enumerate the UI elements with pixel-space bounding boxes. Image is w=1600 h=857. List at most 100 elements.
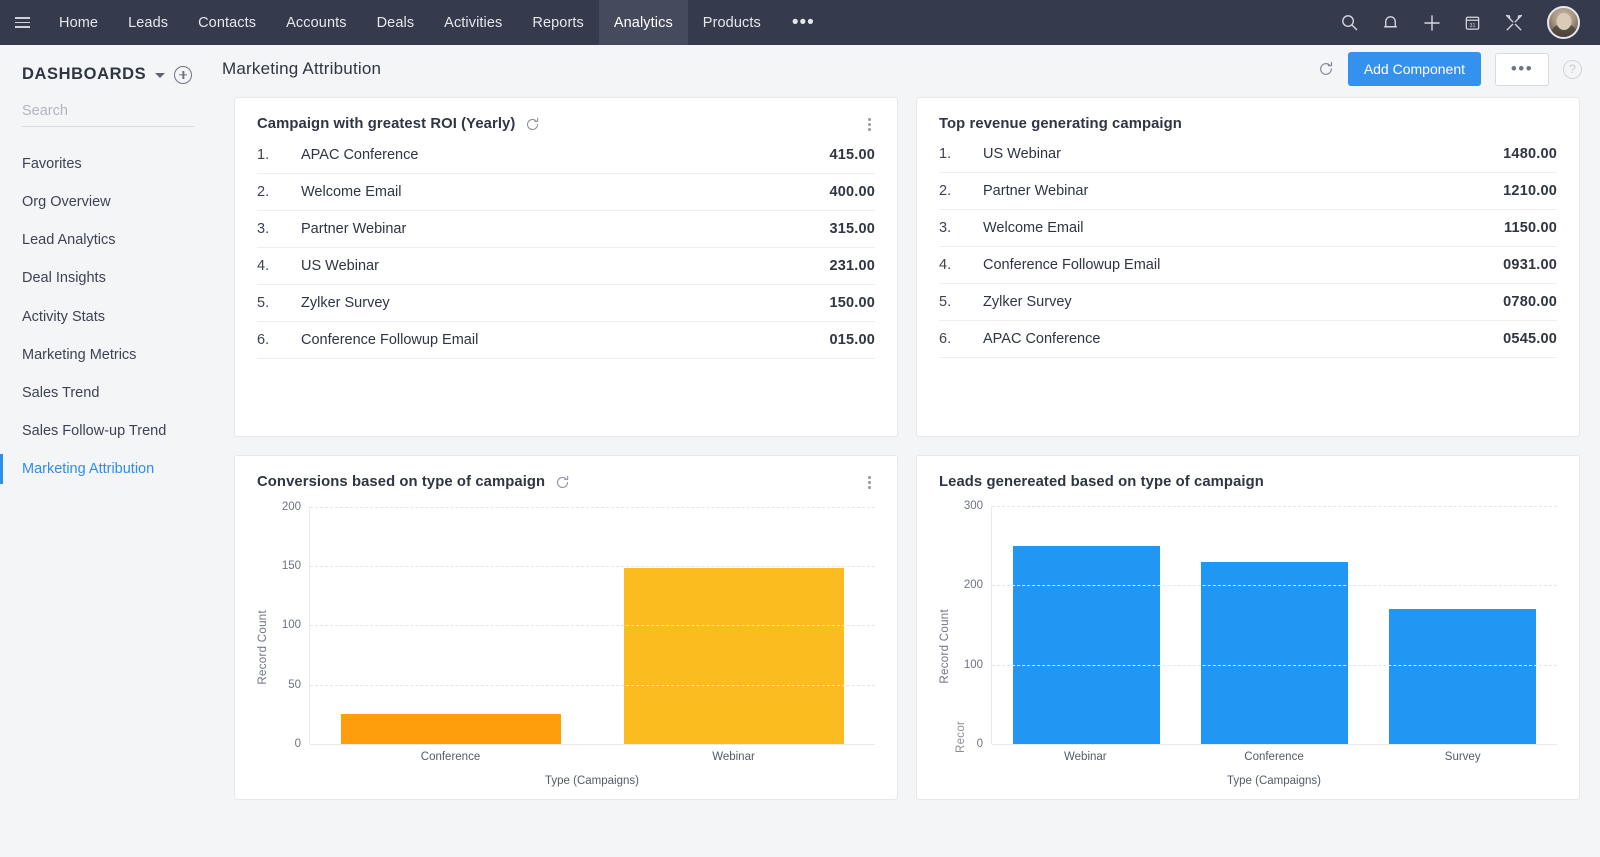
rank-row[interactable]: 5.Zylker Survey150.00 bbox=[257, 285, 875, 322]
bar-conference[interactable] bbox=[1201, 562, 1348, 744]
card-campaign-roi: Campaign with greatest ROI (Yearly) 1.AP… bbox=[234, 97, 898, 437]
notification-bell-icon[interactable] bbox=[1379, 11, 1402, 34]
refresh-icon[interactable] bbox=[525, 117, 540, 132]
plot-area bbox=[991, 506, 1557, 744]
more-vertical-icon[interactable] bbox=[864, 474, 875, 491]
sidebar-item-sales-follow-up-trend[interactable]: Sales Follow-up Trend bbox=[0, 412, 216, 450]
rank-label: Partner Webinar bbox=[983, 183, 1503, 199]
rank-row[interactable]: 6.Conference Followup Email015.00 bbox=[257, 322, 875, 359]
bar-column[interactable] bbox=[1369, 506, 1557, 744]
chevron-down-icon[interactable] bbox=[155, 73, 165, 78]
rank-row[interactable]: 3.Partner Webinar315.00 bbox=[257, 211, 875, 248]
add-component-button[interactable]: Add Component bbox=[1348, 52, 1481, 86]
nav-item-home[interactable]: Home bbox=[44, 0, 113, 45]
add-circle-icon[interactable] bbox=[174, 66, 192, 84]
dashboard-more-button[interactable]: ••• bbox=[1495, 53, 1549, 86]
rank-number: 1. bbox=[257, 147, 301, 163]
x-axis-labels: ConferenceWebinar bbox=[309, 751, 875, 763]
x-tick-label: Conference bbox=[1180, 751, 1369, 763]
bar-column[interactable] bbox=[1180, 506, 1368, 744]
search-icon[interactable] bbox=[1338, 11, 1361, 34]
gridline bbox=[992, 506, 1557, 507]
search-input[interactable] bbox=[22, 103, 194, 119]
x-tick-label: Survey bbox=[1368, 751, 1557, 763]
y-tick-label: 0 bbox=[295, 738, 301, 750]
rank-row[interactable]: 2.Welcome Email400.00 bbox=[257, 174, 875, 211]
top-nav-overflow-icon[interactable]: ••• bbox=[776, 0, 831, 45]
add-icon[interactable] bbox=[1420, 11, 1443, 34]
nav-item-products[interactable]: Products bbox=[688, 0, 776, 45]
rank-label: Zylker Survey bbox=[983, 294, 1503, 310]
sidebar-item-sales-trend[interactable]: Sales Trend bbox=[0, 374, 216, 412]
rank-row[interactable]: 1.US Webinar1480.00 bbox=[939, 142, 1557, 173]
refresh-icon[interactable] bbox=[1318, 61, 1334, 77]
rank-number: 6. bbox=[257, 332, 301, 348]
rank-row[interactable]: 4.Conference Followup Email0931.00 bbox=[939, 247, 1557, 284]
nav-item-analytics[interactable]: Analytics bbox=[599, 0, 688, 45]
bar-webinar[interactable] bbox=[624, 568, 844, 744]
y-tick-label: 50 bbox=[288, 679, 301, 691]
rank-number: 5. bbox=[939, 294, 983, 310]
rank-value: 0931.00 bbox=[1503, 257, 1557, 273]
revenue-rank-list: 1.US Webinar1480.002.Partner Webinar1210… bbox=[939, 142, 1557, 358]
y-tick-label: 0 bbox=[977, 738, 983, 750]
x-tick-label: Webinar bbox=[991, 751, 1180, 763]
rank-row[interactable]: 5.Zylker Survey0780.00 bbox=[939, 284, 1557, 321]
rank-row[interactable]: 3.Welcome Email1150.00 bbox=[939, 210, 1557, 247]
bar-column[interactable] bbox=[992, 506, 1180, 744]
help-icon[interactable]: ? bbox=[1563, 60, 1582, 79]
nav-item-reports[interactable]: Reports bbox=[517, 0, 598, 45]
nav-item-leads[interactable]: Leads bbox=[113, 0, 183, 45]
rank-row[interactable]: 1.APAC Conference415.00 bbox=[257, 143, 875, 174]
calendar-icon[interactable]: 31 bbox=[1461, 11, 1484, 34]
nav-item-activities[interactable]: Activities bbox=[429, 0, 517, 45]
rank-value: 015.00 bbox=[829, 332, 875, 348]
gridline bbox=[992, 665, 1557, 666]
rank-number: 5. bbox=[257, 295, 301, 311]
bar-conference[interactable] bbox=[341, 714, 561, 744]
nav-item-accounts[interactable]: Accounts bbox=[271, 0, 361, 45]
plot-area bbox=[309, 507, 875, 744]
card-header: Campaign with greatest ROI (Yearly) bbox=[257, 116, 875, 133]
rank-value: 150.00 bbox=[829, 295, 875, 311]
chart-leads: Record Count Recor 0100200300 WebinarCon… bbox=[939, 500, 1557, 787]
sidebar-item-org-overview[interactable]: Org Overview bbox=[0, 183, 216, 221]
bar-webinar[interactable] bbox=[1013, 546, 1160, 744]
dashboards-title: DASHBOARDS bbox=[22, 65, 146, 84]
sidebar-item-favorites[interactable]: Favorites bbox=[0, 145, 216, 183]
tools-icon[interactable] bbox=[1502, 11, 1525, 34]
gridline bbox=[310, 685, 875, 686]
sidebar-item-marketing-attribution[interactable]: Marketing Attribution bbox=[0, 450, 216, 488]
refresh-icon[interactable] bbox=[555, 475, 570, 490]
user-avatar[interactable] bbox=[1547, 6, 1580, 39]
x-axis-labels: WebinarConferenceSurvey bbox=[991, 751, 1557, 763]
sidebar-item-lead-analytics[interactable]: Lead Analytics bbox=[0, 221, 216, 259]
rank-row[interactable]: 2.Partner Webinar1210.00 bbox=[939, 173, 1557, 210]
rank-row[interactable]: 4.US Webinar231.00 bbox=[257, 248, 875, 285]
nav-item-contacts[interactable]: Contacts bbox=[183, 0, 271, 45]
sidebar-item-deal-insights[interactable]: Deal Insights bbox=[0, 259, 216, 297]
card-title: Campaign with greatest ROI (Yearly) bbox=[257, 116, 515, 132]
rank-value: 1210.00 bbox=[1503, 183, 1557, 199]
bar-survey[interactable] bbox=[1389, 609, 1536, 744]
bar-series bbox=[992, 506, 1557, 744]
gridline bbox=[310, 566, 875, 567]
rank-row[interactable]: 6.APAC Conference0545.00 bbox=[939, 321, 1557, 358]
hamburger-menu-icon[interactable] bbox=[0, 0, 44, 45]
y-tick-label: 150 bbox=[282, 560, 301, 572]
rank-number: 2. bbox=[939, 183, 983, 199]
y-axis-ticks: 050100150200 bbox=[271, 507, 309, 744]
sidebar-item-marketing-metrics[interactable]: Marketing Metrics bbox=[0, 336, 216, 374]
sidebar-search[interactable] bbox=[22, 102, 194, 127]
y-tick-label: 300 bbox=[964, 500, 983, 512]
nav-item-deals[interactable]: Deals bbox=[362, 0, 430, 45]
card-title: Top revenue generating campaign bbox=[939, 116, 1182, 132]
sidebar-item-activity-stats[interactable]: Activity Stats bbox=[0, 298, 216, 336]
gridline bbox=[992, 585, 1557, 586]
dashboard-list: FavoritesOrg OverviewLead AnalyticsDeal … bbox=[0, 145, 216, 488]
y-axis-label: Record Count bbox=[257, 610, 269, 685]
more-vertical-icon[interactable] bbox=[864, 116, 875, 133]
rank-label: APAC Conference bbox=[983, 331, 1503, 347]
dashboards-header: DASHBOARDS bbox=[0, 61, 216, 84]
rank-label: Welcome Email bbox=[983, 220, 1504, 236]
